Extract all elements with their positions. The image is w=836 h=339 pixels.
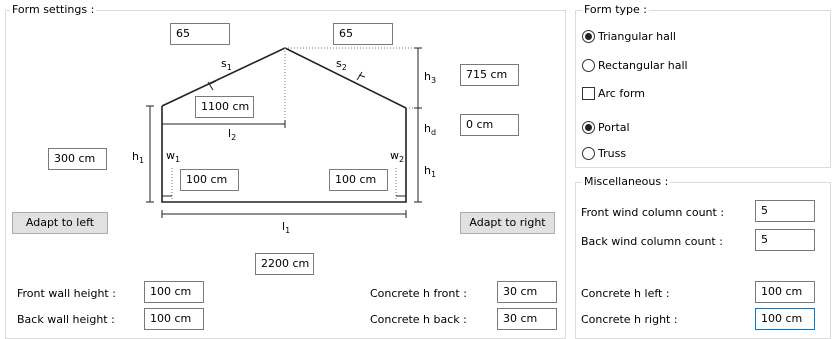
adapt-to-left-button[interactable]: Adapt to left (12, 212, 108, 234)
right-roof-angle-input[interactable]: 65 (333, 23, 393, 45)
s1-length-input[interactable]: 1100 cm (195, 96, 254, 118)
front-wall-height-input[interactable]: 100 cm (144, 281, 204, 303)
truss-label[interactable]: Truss (598, 147, 626, 161)
concrete-h-left-input[interactable]: 100 cm (755, 281, 815, 303)
l1-length-input[interactable]: 2200 cm (255, 253, 314, 275)
hd-height-input[interactable]: 0 cm (460, 114, 519, 136)
form-type-title: Form type : (582, 3, 649, 16)
concrete-h-back-input[interactable]: 30 cm (497, 308, 557, 330)
concrete-h-left-label: Concrete h left : (581, 287, 670, 300)
concrete-h-right-label: Concrete h right : (581, 313, 678, 326)
h1-height-input[interactable]: 300 cm (48, 148, 107, 170)
miscellaneous-title: Miscellaneous : (582, 175, 671, 188)
portal-radio[interactable] (582, 121, 595, 134)
front-wind-column-count-label: Front wind column count : (581, 206, 725, 219)
form-settings-title: Form settings : (10, 3, 97, 16)
back-wind-column-count-label: Back wind column count : (581, 235, 723, 248)
back-wall-height-input[interactable]: 100 cm (144, 308, 204, 330)
w1-width-input[interactable]: 100 cm (180, 169, 239, 191)
truss-radio[interactable] (582, 147, 595, 160)
back-wind-column-count-input[interactable]: 5 (755, 229, 815, 251)
arc-form-checkbox[interactable] (582, 87, 595, 100)
front-wall-height-label: Front wall height : (17, 287, 116, 300)
triangular-hall-label[interactable]: Triangular hall (598, 30, 676, 44)
rectangular-hall-radio[interactable] (582, 59, 595, 72)
h3-height-input[interactable]: 715 cm (460, 64, 519, 86)
concrete-h-front-input[interactable]: 30 cm (497, 281, 557, 303)
back-wall-height-label: Back wall height : (17, 313, 115, 326)
rectangular-hall-label[interactable]: Rectangular hall (598, 59, 688, 73)
w2-width-input[interactable]: 100 cm (329, 169, 388, 191)
concrete-h-right-input[interactable]: 100 cm (755, 308, 815, 330)
concrete-h-back-label: Concrete h back : (370, 313, 467, 326)
left-roof-angle-input[interactable]: 65 (170, 23, 230, 45)
adapt-to-right-button[interactable]: Adapt to right (460, 212, 555, 234)
front-wind-column-count-input[interactable]: 5 (755, 200, 815, 222)
triangular-hall-radio[interactable] (582, 30, 595, 43)
arc-form-label[interactable]: Arc form (598, 87, 645, 101)
portal-label[interactable]: Portal (598, 121, 630, 135)
concrete-h-front-label: Concrete h front : (370, 287, 467, 300)
